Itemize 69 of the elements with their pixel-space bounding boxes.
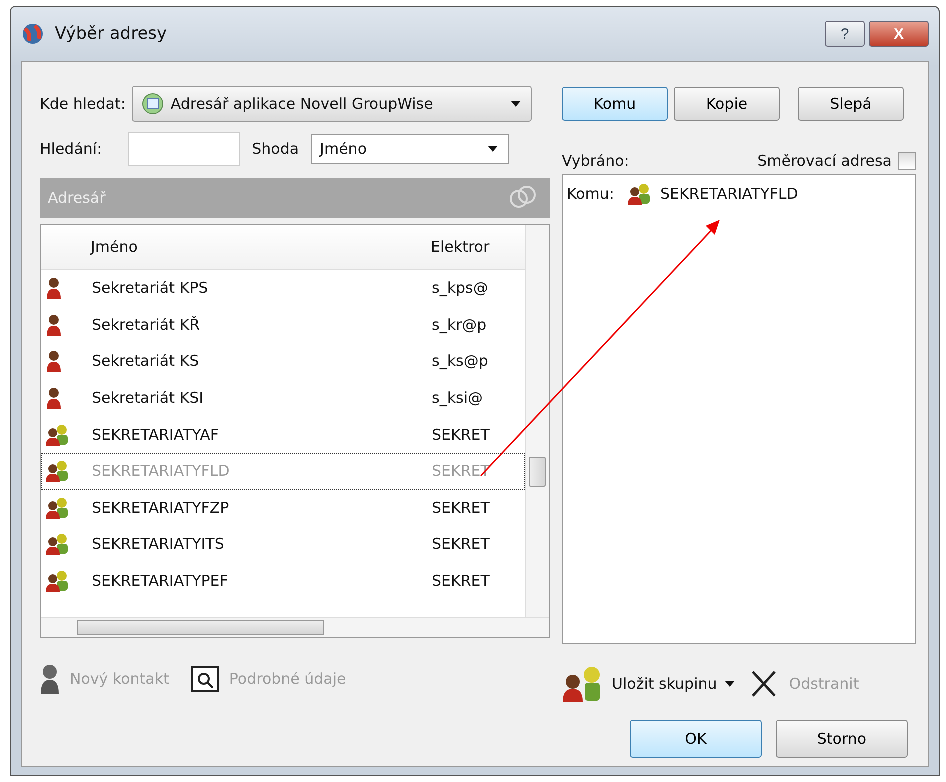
- group-icon: [46, 570, 70, 592]
- address-row[interactable]: SEKRETARIATYPEF SEKRET: [41, 562, 525, 600]
- group-icon: [46, 424, 70, 446]
- cancel-button[interactable]: Storno: [776, 720, 908, 758]
- scroll-thumb[interactable]: [77, 620, 324, 635]
- group-icon: [628, 183, 652, 205]
- match-label: Shoda: [252, 140, 300, 158]
- contact-email: SEKRET: [431, 535, 491, 554]
- contact-email: s_ksi@: [431, 389, 484, 408]
- routing-label: Směrovací adresa: [758, 152, 892, 170]
- contact-name: SEKRETARIATYAF: [91, 426, 220, 444]
- address-book-icon: [140, 92, 165, 116]
- contact-email: s_kr@p: [431, 316, 488, 334]
- vertical-scrollbar[interactable]: [525, 225, 549, 617]
- contact-name: Sekretariát KSI: [91, 389, 205, 408]
- recipient-type: Komu:: [567, 185, 614, 203]
- contact-name: Sekretariát KPS: [91, 279, 210, 298]
- help-button[interactable]: ?: [825, 21, 865, 47]
- person-icon: [46, 387, 62, 410]
- contact-email: SEKRET: [431, 426, 491, 444]
- address-row[interactable]: Sekretariát KPS s_kps@: [41, 270, 525, 307]
- address-row[interactable]: Sekretariát KSI s_ksi@: [41, 380, 525, 416]
- recipient-name: SEKRETARIATYFLD: [660, 185, 798, 203]
- column-header[interactable]: Elektror: [421, 238, 525, 256]
- search-label: Hledání:: [40, 140, 102, 158]
- window-title: Výběr adresy: [55, 24, 168, 44]
- magnifier-icon: [191, 666, 220, 692]
- contact-email: SEKRET: [431, 498, 491, 517]
- recipient-button[interactable]: Komu: [562, 87, 668, 121]
- address-row[interactable]: Sekretariát KS s_ks@p: [41, 343, 525, 380]
- contact-name: Sekretariát KS: [91, 352, 200, 370]
- delete-icon: [751, 670, 778, 698]
- contact-name: Sekretariát KŘ: [91, 316, 202, 334]
- column-header[interactable]: Jméno: [81, 238, 421, 256]
- address-book-title: Adresář: [48, 189, 106, 207]
- contact-name: SEKRETARIATYITS: [91, 535, 226, 554]
- address-row[interactable]: SEKRETARIATYITS SEKRET: [41, 526, 525, 563]
- match-dropdown[interactable]: Jméno: [311, 134, 510, 164]
- save-group-button[interactable]: Uložit skupinu: [612, 675, 718, 693]
- person-icon: [46, 314, 62, 336]
- search-field[interactable]: [128, 132, 240, 166]
- contact-email: s_ks@p: [431, 352, 490, 370]
- caret-icon: [723, 680, 738, 688]
- caret-icon: [508, 100, 523, 108]
- address-row[interactable]: SEKRETARIATYFZP SEKRET: [41, 490, 525, 526]
- person-icon: [40, 664, 60, 694]
- selected-label: Vybráno:: [562, 152, 630, 170]
- contact-name: SEKRETARIATYPEF: [91, 572, 230, 590]
- recipient-button[interactable]: Kopie: [674, 87, 780, 121]
- person-icon: [46, 350, 62, 372]
- contact-name: SEKRETARIATYFLD: [91, 462, 231, 480]
- look-in-dropdown[interactable]: Adresář aplikace Novell GroupWise: [132, 86, 532, 122]
- address-row[interactable]: Sekretariát KŘ s_kr@p: [41, 306, 525, 344]
- contact-email: SEKRET: [431, 572, 491, 590]
- group-icon: [46, 460, 70, 482]
- recipient-button[interactable]: Slepá: [798, 87, 904, 121]
- look-in-label: Kde hledat:: [40, 95, 126, 113]
- routing-checkbox[interactable]: [898, 152, 916, 170]
- group-icon: [46, 496, 70, 519]
- person-icon: [46, 277, 62, 300]
- contact-name: SEKRETARIATYFZP: [91, 498, 230, 517]
- scroll-thumb[interactable]: [529, 457, 546, 487]
- contact-email: s_kps@: [431, 279, 490, 298]
- group-icon: [46, 533, 70, 556]
- horizontal-scrollbar[interactable]: [41, 617, 549, 637]
- ok-button[interactable]: OK: [630, 720, 762, 758]
- globe-icon: [21, 23, 45, 45]
- address-row[interactable]: SEKRETARIATYAF SEKRET: [41, 416, 525, 453]
- caret-icon: [486, 145, 500, 153]
